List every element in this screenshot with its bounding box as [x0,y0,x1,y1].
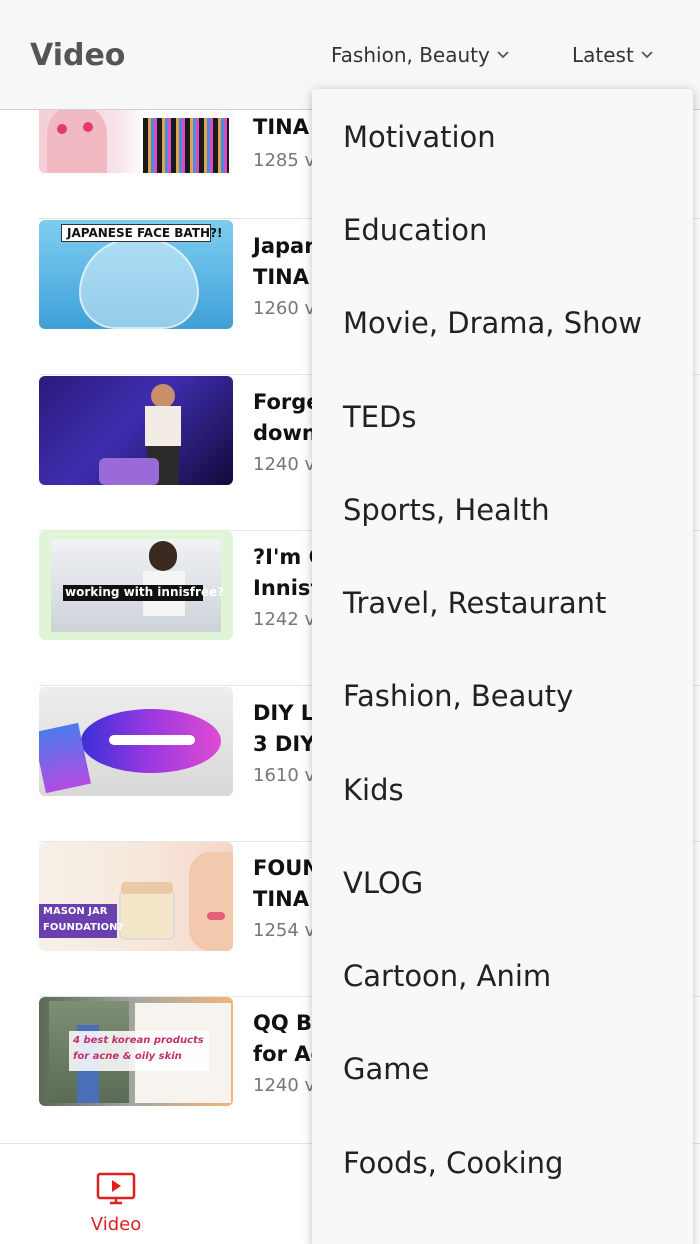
thumbnail-caption: JAPANESE FACE BATH?! [67,226,223,240]
thumbnail-caption: working with innisfree? [65,585,225,599]
video-views: 1240 v [253,454,316,475]
menu-item-cartoon-anim[interactable]: Cartoon, Anim [343,959,551,993]
video-views: 1285 v [253,150,316,171]
video-views: 1240 v [253,1075,316,1096]
nav-item-video[interactable]: Video [80,1172,152,1235]
menu-item-foods-cooking[interactable]: Foods, Cooking [343,1146,563,1180]
sort-filter-dropdown[interactable]: Latest [572,43,654,67]
video-title: TINA [253,115,309,139]
video-thumbnail[interactable] [39,376,233,485]
video-monitor-icon [96,1172,136,1205]
menu-item-game[interactable]: Game [343,1052,429,1086]
video-title: DIY L [253,701,315,725]
video-thumbnail[interactable] [39,687,233,796]
video-title-line2: Innisf [253,576,320,600]
menu-item-teds[interactable]: TEDs [343,400,416,434]
video-thumbnail[interactable]: MASON JAR FOUNDATION? [39,842,233,951]
video-views: 1254 v [253,920,316,941]
thumbnail-caption: 4 best korean products for acne & oily s… [73,1035,204,1062]
video-title-line2: down [253,421,317,445]
chevron-down-icon [641,51,653,59]
thumbnail-caption: MASON JAR FOUNDATION? [43,906,124,933]
menu-item-travel-restaurant[interactable]: Travel, Restaurant [343,586,606,620]
menu-item-vlog[interactable]: VLOG [343,866,423,900]
menu-item-sports-health[interactable]: Sports, Health [343,493,550,527]
chevron-down-icon [497,51,509,59]
nav-label-video: Video [90,1214,142,1235]
category-filter-label: Fashion, Beauty [331,43,490,67]
video-title-line2: TINA [253,887,309,911]
category-dropdown-menu: Motivation Education Movie, Drama, Show … [312,89,693,1244]
video-thumbnail[interactable]: 4 best korean products for acne & oily s… [39,997,233,1106]
video-views: 1610 v [253,765,316,786]
video-title: Japan [253,234,320,258]
video-title: FOUN [253,856,320,880]
menu-item-education[interactable]: Education [343,213,487,247]
video-title: Forge [253,390,321,414]
menu-item-fashion-beauty[interactable]: Fashion, Beauty [343,679,573,713]
menu-item-movie-drama-show[interactable]: Movie, Drama, Show [343,306,642,340]
video-title: QQ B [253,1011,313,1035]
menu-item-kids[interactable]: Kids [343,773,404,807]
video-thumbnail[interactable] [39,110,233,173]
menu-item-motivation[interactable]: Motivation [343,120,496,154]
category-filter-dropdown[interactable]: Fashion, Beauty [331,43,510,67]
video-thumbnail[interactable]: JAPANESE FACE BATH?! [39,220,233,329]
sort-filter-label: Latest [572,43,634,67]
video-title-line2: TINA [253,265,309,289]
video-views: 1260 v [253,298,316,319]
page-title: Video [30,38,126,73]
video-title-line2: 3 DIY [253,732,316,756]
video-thumbnail[interactable]: working with innisfree? [39,531,233,640]
video-views: 1242 v [253,609,316,630]
